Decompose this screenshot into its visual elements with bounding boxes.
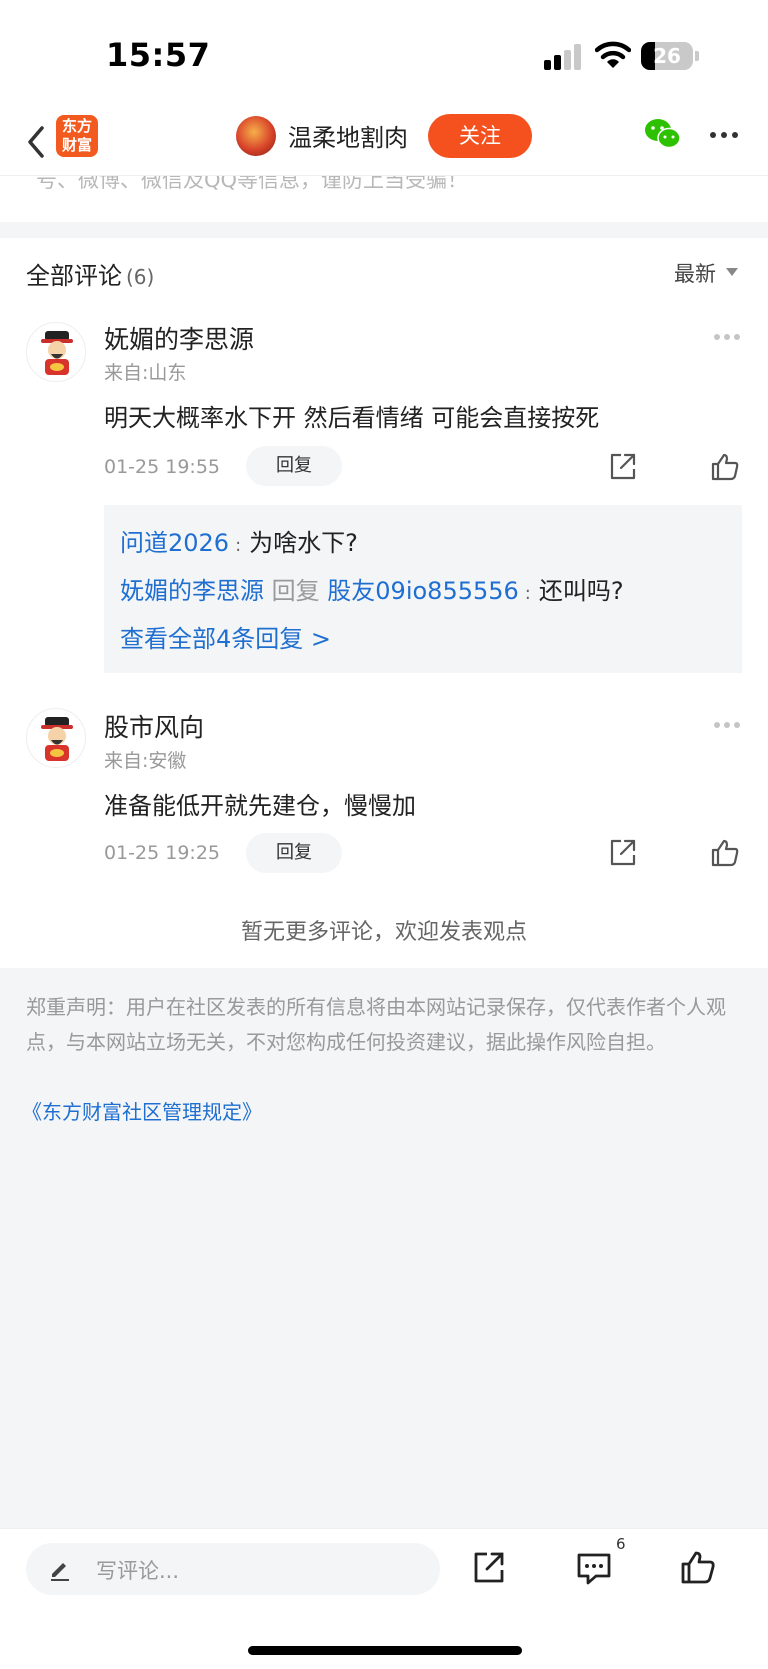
- nav-bar: 东方 财富 温柔地割肉 关注: [0, 108, 768, 176]
- share-icon[interactable]: [472, 1551, 506, 1585]
- wifi-icon: [595, 41, 631, 68]
- author-avatar[interactable]: [236, 116, 276, 156]
- comment-location: 来自:安徽: [104, 750, 187, 772]
- avatar[interactable]: [26, 322, 86, 382]
- comments-count: (6): [126, 265, 155, 289]
- like-icon[interactable]: [710, 452, 740, 482]
- chevron-down-icon[interactable]: [726, 268, 738, 276]
- comments-header: 全部评论 (6): [26, 256, 154, 291]
- comment-more-icon[interactable]: [714, 722, 742, 728]
- status-time: 15:57: [106, 36, 211, 74]
- app-logo[interactable]: 东方 财富: [56, 115, 98, 157]
- comments-title: 全部评论: [26, 262, 122, 290]
- reply-text: 为啥水下?: [249, 529, 358, 557]
- reply-item[interactable]: 妩媚的李思源 回复 股友09io855556: 还叫吗?: [120, 571, 624, 606]
- battery-icon: 26: [641, 42, 699, 70]
- pencil-icon: [51, 1563, 69, 1581]
- author-name[interactable]: 温柔地割肉: [288, 118, 408, 153]
- comment-placeholder: 写评论...: [96, 1559, 180, 1583]
- wechat-icon[interactable]: [644, 118, 682, 150]
- cellular-signal-icon: [544, 44, 584, 70]
- reply-word: 回复: [271, 577, 320, 605]
- avatar[interactable]: [26, 708, 86, 768]
- no-more-comments: 暂无更多评论，欢迎发表观点: [240, 920, 527, 945]
- reply-button[interactable]: 回复: [246, 833, 342, 873]
- comment-time: 01-25 19:25: [104, 842, 221, 864]
- sort-selector[interactable]: 最新: [674, 258, 716, 288]
- share-icon[interactable]: [608, 452, 638, 482]
- disclaimer-text: 郑重声明：用户在社区发表的所有信息将由本网站记录保存，仅代表作者个人观点，与本网…: [26, 995, 726, 1054]
- community-rules-link[interactable]: 《东方财富社区管理规定》: [22, 1096, 262, 1125]
- home-indicator[interactable]: [248, 1646, 522, 1655]
- status-bar: 15:57 26: [0, 0, 768, 108]
- reply-target[interactable]: 股友09io855556: [327, 577, 519, 605]
- comment-location: 来自:山东: [104, 362, 187, 384]
- follow-button[interactable]: 关注: [428, 114, 532, 158]
- comment-time: 01-25 19:55: [104, 456, 221, 478]
- back-icon[interactable]: [22, 122, 50, 162]
- reply-text: 还叫吗?: [538, 577, 624, 605]
- comment-input[interactable]: 写评论...: [26, 1543, 440, 1595]
- reply-item[interactable]: 问道2026: 为啥水下?: [120, 523, 358, 558]
- comment-more-icon[interactable]: [714, 334, 742, 340]
- battery-level: 26: [653, 44, 681, 68]
- reply-button[interactable]: 回复: [246, 446, 342, 486]
- more-icon[interactable]: [710, 132, 738, 140]
- disclaimer-area: 郑重声明：用户在社区发表的所有信息将由本网站记录保存，仅代表作者个人观点，与本网…: [0, 968, 768, 1528]
- comment-count-badge: 6: [616, 1535, 626, 1553]
- reply-author[interactable]: 妩媚的李思源: [120, 577, 264, 605]
- share-icon[interactable]: [608, 838, 638, 868]
- comment-text: 准备能低开就先建仓，慢慢加: [104, 792, 416, 820]
- comment-icon[interactable]: [576, 1551, 612, 1585]
- replies-box: 问道2026: 为啥水下? 妩媚的李思源 回复 股友09io855556: 还叫吗?…: [104, 505, 742, 673]
- comment-author[interactable]: 妩媚的李思源: [104, 320, 254, 356]
- reply-author[interactable]: 问道2026: [120, 529, 229, 557]
- like-icon[interactable]: [680, 1549, 716, 1585]
- caishen-avatar-icon: [41, 331, 73, 375]
- comment-author[interactable]: 股市风向: [104, 708, 204, 744]
- comment-text: 明天大概率水下开 然后看情绪 可能会直接按死: [104, 404, 600, 432]
- view-all-replies-link[interactable]: 查看全部4条回复 >: [120, 619, 331, 654]
- like-icon[interactable]: [710, 838, 740, 868]
- caishen-avatar-icon: [41, 717, 73, 761]
- section-divider: [0, 222, 768, 238]
